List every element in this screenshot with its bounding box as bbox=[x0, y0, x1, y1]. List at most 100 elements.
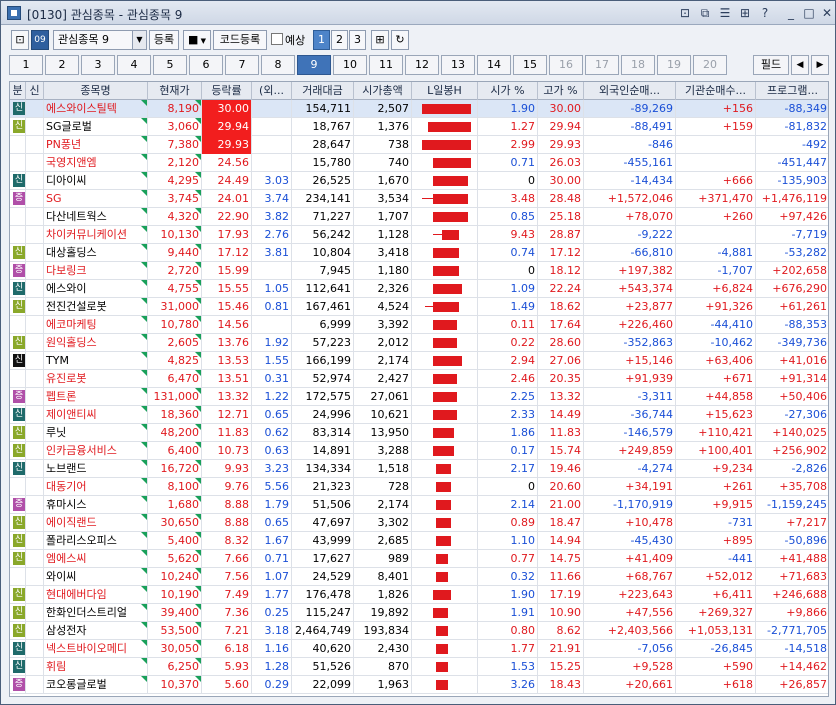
tab-1[interactable]: 1 bbox=[9, 55, 43, 75]
table-row[interactable]: 증 코오롱글로벌 10,370 5.60 0.29 22,099 1,963 3.26 18.4… bbox=[10, 676, 828, 694]
table-row[interactable]: 신 엠에스씨 5,620 7.66 0.71 17,627 989 0.77 14.75 +41,… bbox=[10, 550, 828, 568]
table-row[interactable]: 신 제이앤티씨 18,360 12.71 0.65 24,996 10,621 2.33 14.… bbox=[10, 406, 828, 424]
tab-12[interactable]: 12 bbox=[405, 55, 439, 75]
table-row[interactable]: 에코마케팅 10,780 14.56 6,999 3,392 0.11 17.64 +226,… bbox=[10, 316, 828, 334]
marker-icon bbox=[141, 334, 147, 340]
table-row[interactable]: 신 삼성전자 53,500 7.21 3.18 2,464,749 193,834 0.80 8… bbox=[10, 622, 828, 640]
table-row[interactable]: 신 디아이씨 4,295 24.49 3.03 26,525 1,670 0 30.00 -14,… bbox=[10, 172, 828, 190]
screen-icon[interactable]: ⊡ bbox=[11, 30, 29, 50]
tab-4[interactable]: 4 bbox=[117, 55, 151, 75]
change-rate: 30.00 bbox=[202, 100, 252, 118]
tab-5[interactable]: 5 bbox=[153, 55, 187, 75]
column-header[interactable]: 외국인순매... bbox=[584, 82, 676, 100]
table-row[interactable]: 증 다보링크 2,720 15.99 7,945 1,180 0 18.12 +197,382-… bbox=[10, 262, 828, 280]
column-header[interactable]: 시가총액 bbox=[354, 82, 412, 100]
tab-17[interactable]: 17 bbox=[585, 55, 619, 75]
table-row[interactable]: 신 현대에버다임 10,190 7.49 1.77 176,478 1,826 1.90 17.… bbox=[10, 586, 828, 604]
tab-18[interactable]: 18 bbox=[621, 55, 655, 75]
tool-icon[interactable]: ⊞ bbox=[371, 30, 389, 50]
minimize-icon[interactable]: _ bbox=[783, 5, 799, 21]
tab-15[interactable]: 15 bbox=[513, 55, 547, 75]
table-row[interactable]: 유진로봇 6,470 13.51 0.31 52,974 2,427 2.46 20.35 +9… bbox=[10, 370, 828, 388]
register-button[interactable]: 등록 bbox=[149, 30, 179, 50]
table-row[interactable]: 신 SG글로벌 3,060 29.94 18,767 1,376 1.27 29.94 -88,… bbox=[10, 118, 828, 136]
page-button-3[interactable]: 3 bbox=[349, 30, 366, 50]
column-header[interactable]: 등락률 bbox=[202, 82, 252, 100]
column-header[interactable]: 신 bbox=[26, 82, 44, 100]
high-pct: 26.03 bbox=[538, 154, 584, 172]
column-header[interactable]: 현재가 bbox=[148, 82, 202, 100]
table-row[interactable]: 신 인카금융서비스 6,400 10.73 0.63 14,891 3,288 0.17 15.… bbox=[10, 442, 828, 460]
table-row[interactable]: 신 에스와이 4,755 15.55 1.05 112,641 2,326 1.09 22.24… bbox=[10, 280, 828, 298]
page-button-2[interactable]: 2 bbox=[331, 30, 348, 50]
tab-13[interactable]: 13 bbox=[441, 55, 475, 75]
tab-3[interactable]: 3 bbox=[81, 55, 115, 75]
table-row[interactable]: 신 한화인더스트리얼 39,400 7.36 0.25 115,247 19,892 1.91… bbox=[10, 604, 828, 622]
table-row[interactable]: 신 에스와이스틸텍 8,190 30.00 154,711 2,507 1.90 30.00-… bbox=[10, 100, 828, 118]
column-header[interactable]: 분 bbox=[10, 82, 26, 100]
page-button-1[interactable]: 1 bbox=[313, 30, 330, 50]
column-header[interactable]: 거래대금 bbox=[292, 82, 354, 100]
table-row[interactable]: 신 전진건설로봇 31,000 15.46 0.81 167,461 4,524 1.49 18… bbox=[10, 298, 828, 316]
tab-7[interactable]: 7 bbox=[225, 55, 259, 75]
chevron-down-icon[interactable]: ▼ bbox=[132, 31, 146, 49]
column-header[interactable]: L일봉H bbox=[412, 82, 478, 100]
tab-2[interactable]: 2 bbox=[45, 55, 79, 75]
tab-9[interactable]: 9 bbox=[297, 55, 331, 75]
table-row[interactable]: 증 휴마시스 1,680 8.88 1.79 51,506 2,174 2.14 21.00 -1… bbox=[10, 496, 828, 514]
tab-19[interactable]: 19 bbox=[657, 55, 691, 75]
table-row[interactable]: 신 폴라리스오피스 5,400 8.32 1.67 43,999 2,685 1.10 14.9… bbox=[10, 532, 828, 550]
table-row[interactable]: 신 원익홀딩스 2,605 13.76 1.92 57,223 2,012 0.22 28.60… bbox=[10, 334, 828, 352]
change-rate: 29.93 bbox=[202, 136, 252, 154]
table-row[interactable]: 다산네트웍스 4,320 22.90 3.82 71,227 1,707 0.85 25.18… bbox=[10, 208, 828, 226]
tab-8[interactable]: 8 bbox=[261, 55, 295, 75]
menu-icon[interactable]: ☰ bbox=[717, 5, 733, 21]
badge-cell: 신 bbox=[10, 604, 26, 622]
column-header[interactable]: 프로그램... bbox=[756, 82, 828, 100]
table-row[interactable]: 신 대상홀딩스 9,440 17.12 3.81 10,804 3,418 0.74 17.12… bbox=[10, 244, 828, 262]
next-arrow-icon[interactable]: ▶ bbox=[811, 55, 829, 75]
column-header[interactable]: 시가 % bbox=[478, 82, 538, 100]
group-number-icon[interactable]: 09 bbox=[31, 30, 49, 50]
tab-20[interactable]: 20 bbox=[693, 55, 727, 75]
help-icon[interactable]: ? bbox=[757, 5, 773, 21]
column-header[interactable]: 기관순매수... bbox=[676, 82, 756, 100]
table-row[interactable]: 신 넥스트바이오메디 30,050 6.18 1.16 40,620 2,430 1.77 21… bbox=[10, 640, 828, 658]
table-row[interactable]: 신 에이직랜드 30,650 8.88 0.65 47,697 3,302 0.89 18.47… bbox=[10, 514, 828, 532]
refresh-icon[interactable]: ↻ bbox=[391, 30, 409, 50]
tab-11[interactable]: 11 bbox=[369, 55, 403, 75]
stock-name: PN풍년 bbox=[44, 136, 148, 154]
table-row[interactable]: 신 루닛 48,200 11.83 0.62 83,314 13,950 1.86 11.83-… bbox=[10, 424, 828, 442]
group-select[interactable]: 관심종목 9 ▼ bbox=[53, 30, 147, 50]
column-header[interactable]: 고가 % bbox=[538, 82, 584, 100]
table-row[interactable]: 대동기어 8,100 9.76 5.56 21,323 728 0 20.60 +34,191 +… bbox=[10, 478, 828, 496]
column-header[interactable]: (외... bbox=[252, 82, 292, 100]
column-header[interactable]: 종목명 bbox=[44, 82, 148, 100]
tab-16[interactable]: 16 bbox=[549, 55, 583, 75]
table-row[interactable]: 신 휘림 6,250 5.93 1.28 51,526 870 1.53 15.25 +9,528… bbox=[10, 658, 828, 676]
prev-arrow-icon[interactable]: ◀ bbox=[791, 55, 809, 75]
table-row[interactable]: 신 TYM 4,825 13.53 1.55 166,199 2,174 2.94 27.06 +… bbox=[10, 352, 828, 370]
table-row[interactable]: 국영지앤엠 2,120 24.56 15,780 740 0.71 26.03 -455,16… bbox=[10, 154, 828, 172]
table-row[interactable]: 증 펩트론 131,000 13.32 1.22 172,575 27,061 2.25 13.… bbox=[10, 388, 828, 406]
foreign-ratio: 1.28 bbox=[252, 658, 292, 676]
foreign-ratio: 0.31 bbox=[252, 370, 292, 388]
close-icon[interactable]: ✕ bbox=[819, 5, 835, 21]
high-pct: 13.32 bbox=[538, 388, 584, 406]
grid-icon[interactable]: ⊞ bbox=[737, 5, 753, 21]
table-row[interactable]: 차이커뮤니케이션 10,130 17.93 2.76 56,242 1,128 9.43 28… bbox=[10, 226, 828, 244]
tab-14[interactable]: 14 bbox=[477, 55, 511, 75]
tab-10[interactable]: 10 bbox=[333, 55, 367, 75]
table-row[interactable]: 와이씨 10,240 7.56 1.07 24,529 8,401 0.32 11.66 +68… bbox=[10, 568, 828, 586]
copy-window-icon[interactable]: ⧉ bbox=[697, 5, 713, 21]
table-row[interactable]: 증 SG 3,745 24.01 3.74 234,141 3,534 3.48 28.48 +1… bbox=[10, 190, 828, 208]
table-row[interactable]: PN풍년 7,380 29.93 28,647 738 2.99 29.93 -846 -492 bbox=[10, 136, 828, 154]
yesang-checkbox[interactable] bbox=[271, 33, 283, 45]
screen-save-icon[interactable]: ⊡ bbox=[677, 5, 693, 21]
table-row[interactable]: 신 노브랜드 16,720 9.93 3.23 134,334 1,518 2.17 19.46… bbox=[10, 460, 828, 478]
maximize-icon[interactable]: □ bbox=[801, 5, 817, 21]
tab-6[interactable]: 6 bbox=[189, 55, 223, 75]
field-button[interactable]: 필드 bbox=[753, 55, 789, 75]
code-register-button[interactable]: 코드등록 bbox=[213, 30, 267, 50]
square-menu-button[interactable]: ■ ▼ bbox=[183, 30, 211, 50]
